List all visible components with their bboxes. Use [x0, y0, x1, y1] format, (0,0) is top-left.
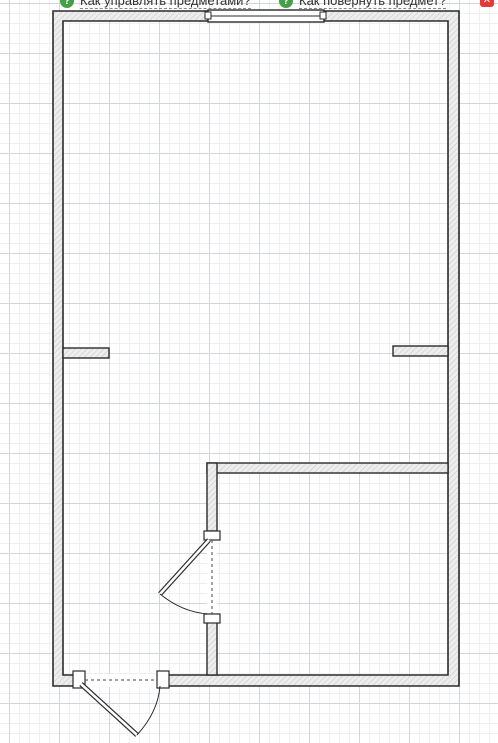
bathroom-wall-top[interactable] [206, 462, 449, 474]
partition-wall-right[interactable] [392, 345, 449, 357]
floor-plan-canvas[interactable] [0, 0, 498, 743]
bathroom-wall-left-upper[interactable] [206, 462, 218, 532]
window[interactable] [204, 9, 327, 23]
entrance-door[interactable] [72, 670, 170, 737]
bathroom-door[interactable] [158, 530, 221, 624]
partition-wall-left[interactable] [62, 347, 110, 359]
